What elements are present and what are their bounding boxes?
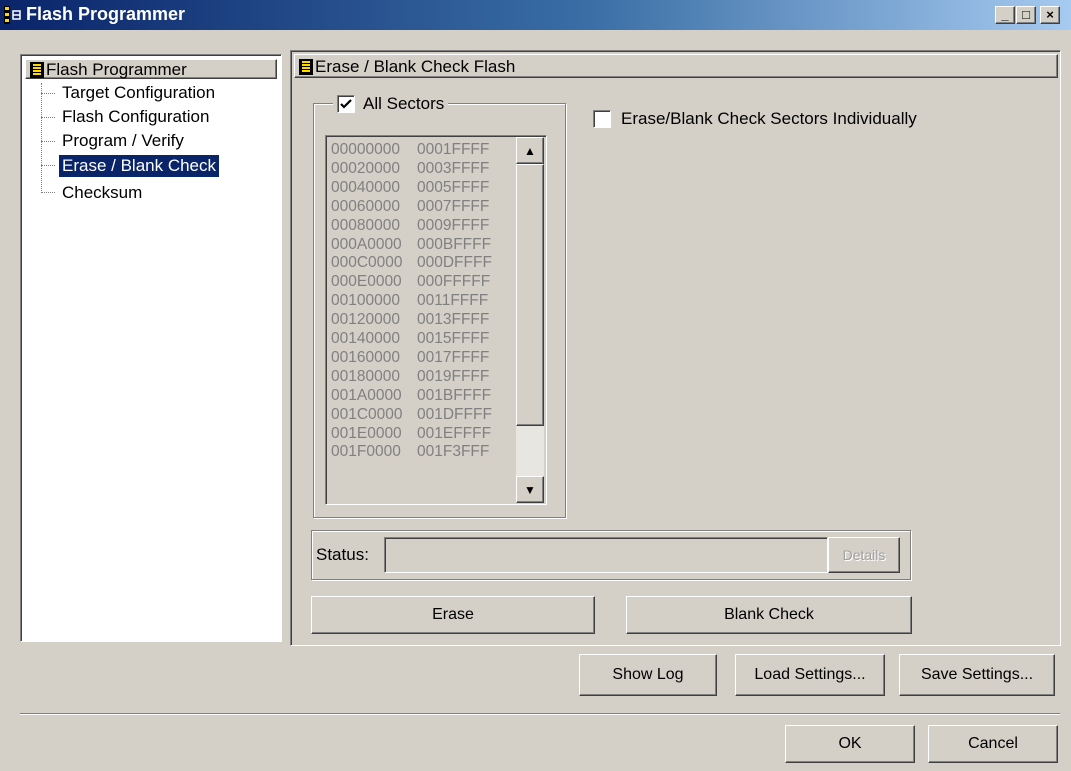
sector-end: 0017FFFF (417, 348, 490, 366)
list-item[interactable]: 00160000 0017FFFF (331, 348, 489, 367)
sector-start: 000E0000 (331, 273, 402, 291)
sector-start: 00080000 (331, 216, 400, 234)
list-item[interactable]: 00180000 0019FFFF (331, 367, 489, 386)
list-item[interactable]: 00040000 0005FFFF (331, 178, 489, 197)
window-title: Flash Programmer (26, 4, 186, 24)
list-item[interactable]: 00060000 0007FFFF (331, 197, 489, 216)
checkbox-box[interactable] (593, 110, 611, 128)
list-item[interactable]: 00100000 0011FFFF (331, 291, 488, 310)
status-field (384, 537, 828, 573)
sector-list-scrollbar[interactable]: ▲ ▼ (516, 137, 544, 503)
tree-item-checksum[interactable]: Checksum (59, 181, 145, 205)
sector-end: 0013FFFF (417, 311, 490, 329)
sector-end: 000BFFFF (417, 235, 492, 253)
tree-connector (41, 165, 55, 166)
tree-item-flash-configuration[interactable]: Flash Configuration (59, 105, 212, 129)
sector-list[interactable]: 00000000 0001FFFF 00020000 0003FFFF 00040000… (325, 135, 547, 505)
flash-icon (299, 59, 313, 75)
checkbox-box[interactable] (337, 95, 355, 113)
sector-start: 00040000 (331, 178, 400, 196)
separator (20, 713, 1060, 715)
save-settings-button[interactable]: Save Settings... (899, 654, 1055, 696)
sector-start: 001A0000 (331, 386, 402, 404)
tree-root-label: Flash Programmer (46, 60, 187, 79)
sector-end: 0015FFFF (417, 330, 490, 347)
ok-button[interactable]: OK (785, 725, 915, 763)
sector-end: 000FFFFF (417, 273, 491, 291)
panel-header: Erase / Blank Check Flash (294, 54, 1058, 78)
app-icon (4, 6, 22, 24)
sector-start: 00180000 (331, 367, 400, 385)
sector-start: 001F0000 (331, 443, 401, 461)
tree-item-erase-blank-check[interactable]: Erase / Blank Check (57, 154, 221, 178)
list-item[interactable]: 00120000 0013FFFF (331, 310, 489, 329)
minimize-button[interactable]: _ (995, 6, 1015, 24)
tree-root[interactable]: Flash Programmer (25, 59, 277, 79)
sector-end: 0001FFFF (417, 141, 490, 158)
sector-end: 001EFFFF (417, 424, 492, 442)
sector-end: 0019FFFF (417, 367, 490, 385)
blank-check-button[interactable]: Blank Check (626, 596, 912, 634)
maximize-button[interactable]: □ (1016, 6, 1036, 24)
list-item[interactable]: 000C0000 000DFFFF (331, 253, 492, 272)
individual-sectors-label: Erase/Blank Check Sectors Individually (621, 109, 917, 128)
sector-end: 0005FFFF (417, 178, 490, 196)
tree-connector (41, 93, 55, 94)
sector-end: 0003FFFF (417, 159, 490, 177)
flash-icon (30, 62, 44, 78)
list-item[interactable]: 001C0000 001DFFFF (331, 405, 492, 424)
list-item[interactable]: 00000000 0001FFFF (331, 140, 489, 159)
sector-end: 001BFFFF (417, 386, 492, 404)
sector-end: 0011FFFF (417, 292, 489, 310)
list-item[interactable]: 000A0000 000BFFFF (331, 235, 491, 254)
scroll-down-arrow-icon[interactable]: ▼ (516, 476, 544, 503)
sector-start: 00000000 (331, 141, 400, 158)
sector-start: 001E0000 (331, 424, 402, 442)
all-sectors-label: All Sectors (363, 94, 445, 113)
details-button[interactable]: Details (828, 537, 900, 573)
sector-start: 001C0000 (331, 405, 403, 423)
sector-end: 001F3FFF (417, 443, 490, 461)
navigation-tree[interactable]: Flash Programmer Target Configuration Fl… (20, 54, 282, 642)
sector-end: 000DFFFF (417, 254, 492, 272)
list-item[interactable]: 00080000 0009FFFF (331, 216, 489, 235)
tree-connector (41, 141, 55, 142)
list-item[interactable]: 00020000 0003FFFF (331, 159, 489, 178)
sector-start: 00100000 (331, 292, 400, 310)
scrollbar-thumb[interactable] (516, 164, 544, 426)
panel-title: Erase / Blank Check Flash (315, 57, 516, 76)
sector-start: 00020000 (331, 159, 400, 177)
load-settings-button[interactable]: Load Settings... (735, 654, 885, 696)
list-item[interactable]: 000E0000 000FFFFF (331, 272, 490, 291)
checkmark-icon (340, 99, 352, 109)
individual-sectors-checkbox[interactable]: Erase/Blank Check Sectors Individually (593, 107, 917, 131)
sector-start: 000A0000 (331, 235, 402, 253)
sector-end: 001DFFFF (417, 405, 492, 423)
tree-item-target-configuration[interactable]: Target Configuration (59, 81, 218, 105)
tree-connector (41, 192, 55, 193)
list-item[interactable]: 001E0000 001EFFFF (331, 424, 491, 443)
scroll-up-arrow-icon[interactable]: ▲ (516, 137, 544, 164)
list-item[interactable]: 001F0000 001F3FFF (331, 442, 489, 461)
tree-item-program-verify[interactable]: Program / Verify (59, 129, 187, 153)
show-log-button[interactable]: Show Log (579, 654, 717, 696)
erase-button[interactable]: Erase (311, 596, 595, 634)
list-item[interactable]: 00140000 0015FFFF (331, 329, 489, 348)
tree-connector (41, 83, 42, 193)
close-button[interactable]: × (1040, 6, 1060, 24)
sector-start: 00140000 (331, 330, 400, 347)
tree-connector (41, 117, 55, 118)
all-sectors-checkbox[interactable]: All Sectors (333, 92, 449, 116)
sector-start: 00120000 (331, 311, 400, 329)
sector-end: 0009FFFF (417, 216, 490, 234)
sector-start: 00060000 (331, 197, 400, 215)
status-label: Status: (316, 545, 369, 564)
cancel-button[interactable]: Cancel (928, 725, 1058, 763)
sector-start: 00160000 (331, 348, 400, 366)
sector-start: 000C0000 (331, 254, 403, 272)
list-item[interactable]: 001A0000 001BFFFF (331, 386, 491, 405)
sector-end: 0007FFFF (417, 197, 490, 215)
